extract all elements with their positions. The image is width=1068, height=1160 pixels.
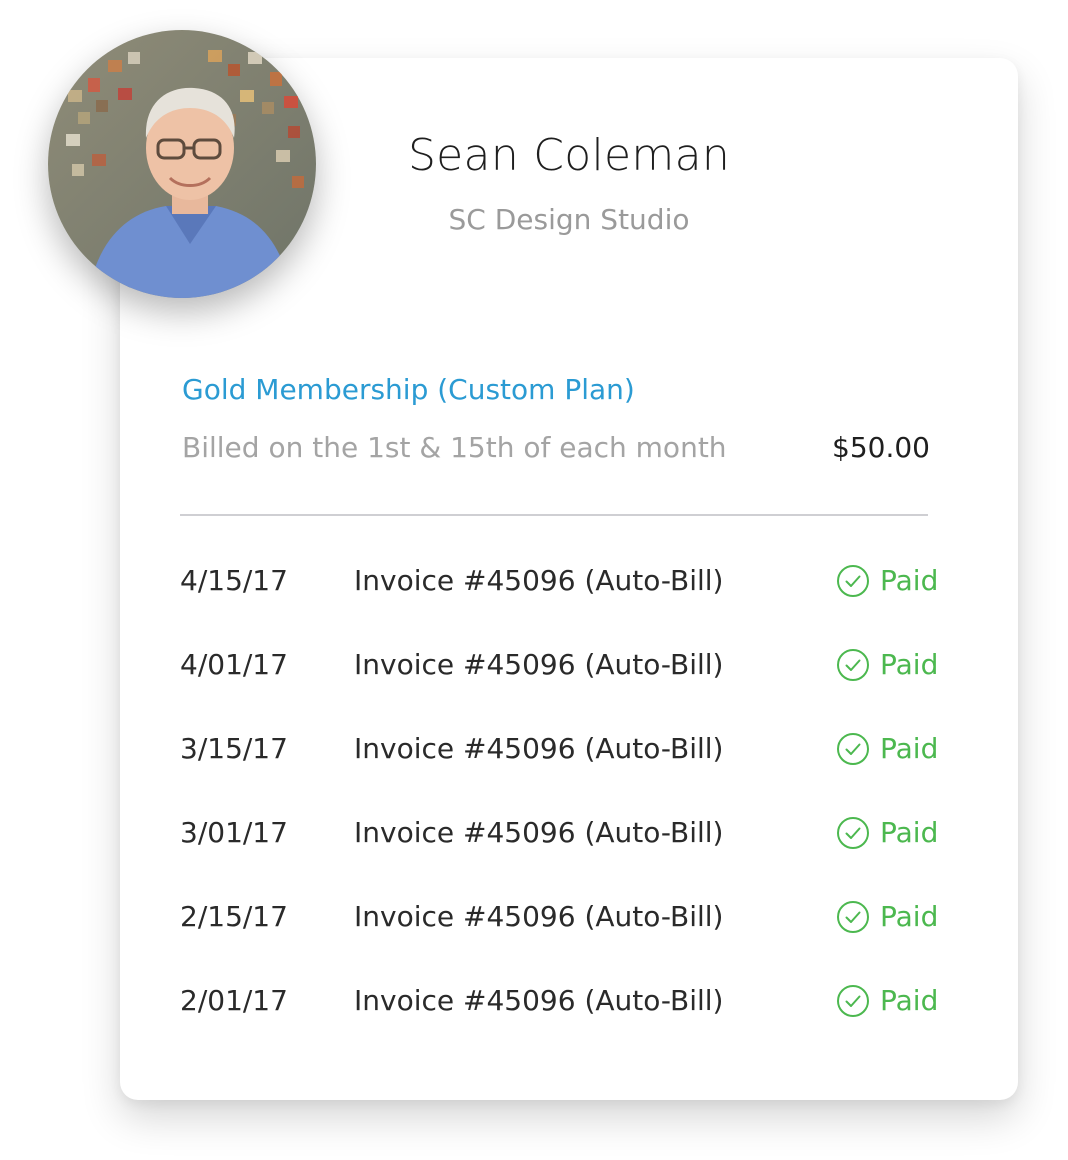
invoice-title[interactable]: Invoice #45096 (Auto-Bill) (354, 645, 723, 685)
invoice-row[interactable]: 3/01/17 Invoice #45096 (Auto-Bill) Paid (180, 811, 970, 895)
invoice-date: 2/01/17 (180, 984, 288, 1017)
invoice-date: 2/15/17 (180, 900, 288, 933)
invoice-status: Paid (836, 645, 938, 685)
status-label: Paid (880, 984, 939, 1017)
invoice-title[interactable]: Invoice #45096 (Auto-Bill) (354, 981, 723, 1021)
status-label: Paid (880, 900, 939, 933)
check-circle-icon (837, 649, 869, 681)
invoice-row[interactable]: 2/01/17 Invoice #45096 (Auto-Bill) Paid (180, 979, 970, 1063)
invoice-status: Paid (836, 561, 938, 601)
invoice-date: 3/15/17 (180, 732, 288, 765)
check-circle-icon (837, 733, 869, 765)
status-label: Paid (880, 732, 939, 765)
invoice-row[interactable]: 2/15/17 Invoice #45096 (Auto-Bill) Paid (180, 895, 970, 979)
invoice-status: Paid (836, 981, 938, 1021)
avatar (48, 30, 316, 298)
invoice-status: Paid (836, 813, 938, 853)
check-circle-icon (837, 817, 869, 849)
check-circle-icon (837, 985, 869, 1017)
invoice-date: 4/15/17 (180, 564, 288, 597)
invoice-list: 4/15/17 Invoice #45096 (Auto-Bill) Paid … (180, 559, 970, 1063)
plan-name-link[interactable]: Gold Membership (Custom Plan) (182, 370, 635, 410)
invoice-row[interactable]: 4/01/17 Invoice #45096 (Auto-Bill) Paid (180, 643, 970, 727)
invoice-title[interactable]: Invoice #45096 (Auto-Bill) (354, 729, 723, 769)
status-label: Paid (880, 564, 939, 597)
status-label: Paid (880, 816, 939, 849)
invoice-status: Paid (836, 729, 938, 769)
check-circle-icon (837, 901, 869, 933)
invoice-date: 4/01/17 (180, 648, 288, 681)
invoice-title[interactable]: Invoice #45096 (Auto-Bill) (354, 813, 723, 853)
billing-amount: $50.00 (832, 431, 930, 464)
status-label: Paid (880, 648, 939, 681)
invoice-date: 3/01/17 (180, 816, 288, 849)
invoice-status: Paid (836, 897, 938, 937)
user-photo (48, 30, 316, 298)
invoice-row[interactable]: 3/15/17 Invoice #45096 (Auto-Bill) Paid (180, 727, 970, 811)
page: Sean Coleman SC Design Studio Gold Membe… (0, 0, 1068, 1160)
invoice-title[interactable]: Invoice #45096 (Auto-Bill) (354, 561, 723, 601)
invoice-row[interactable]: 4/15/17 Invoice #45096 (Auto-Bill) Paid (180, 559, 970, 643)
check-circle-icon (837, 565, 869, 597)
divider (180, 514, 928, 516)
invoice-title[interactable]: Invoice #45096 (Auto-Bill) (354, 897, 723, 937)
billing-schedule: Billed on the 1st & 15th of each month (182, 431, 727, 464)
